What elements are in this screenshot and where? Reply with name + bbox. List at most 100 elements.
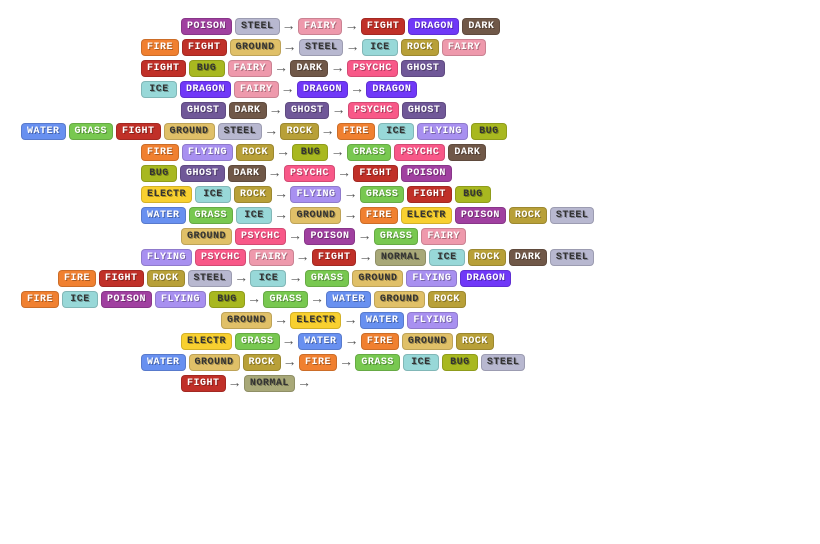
type-badge-steel: STEEL bbox=[481, 354, 526, 371]
type-badge-fire: FIRE bbox=[141, 144, 179, 161]
type-badge-grass: GRASS bbox=[305, 270, 350, 287]
arrow-icon: → bbox=[235, 271, 247, 287]
type-badge-dragon: DRAGON bbox=[366, 81, 417, 98]
type-badge-psychic: PSYCHC bbox=[284, 165, 335, 182]
arrow-icon: → bbox=[345, 19, 357, 35]
type-badge-bug: BUG bbox=[442, 354, 478, 371]
type-badge-fire: FIRE bbox=[21, 291, 59, 308]
type-badge-grass: GRASS bbox=[355, 354, 400, 371]
type-badge-flying: FLYING bbox=[407, 312, 458, 329]
type-badge-fight: FIGHT bbox=[181, 375, 226, 392]
type-badge-fire: FIRE bbox=[299, 354, 337, 371]
type-badge-fairy: FAIRY bbox=[249, 249, 294, 266]
arrow-icon: → bbox=[275, 313, 287, 329]
arrow-icon: → bbox=[289, 271, 301, 287]
arrow-icon: → bbox=[344, 187, 356, 203]
type-badge-flying: FLYING bbox=[406, 270, 457, 287]
type-badge-ghost: GHOST bbox=[401, 60, 446, 77]
type-badge-ground: GROUND bbox=[181, 228, 232, 245]
type-badge-electric: ELECTR bbox=[401, 207, 452, 224]
type-badge-fire: FIRE bbox=[58, 270, 96, 287]
type-badge-dark: DARK bbox=[448, 144, 486, 161]
type-badge-rock: ROCK bbox=[456, 333, 494, 350]
type-badge-ice: ICE bbox=[362, 39, 398, 56]
arrow-icon: → bbox=[345, 334, 357, 350]
type-badge-water: WATER bbox=[326, 291, 371, 308]
type-badge-steel: STEEL bbox=[550, 207, 595, 224]
type-badge-rock: ROCK bbox=[236, 144, 274, 161]
type-badge-fight: FIGHT bbox=[141, 60, 186, 77]
chart-row: ICEDRAGONFAIRY→DRAGON→DRAGON bbox=[18, 81, 802, 98]
type-badge-ice: ICE bbox=[250, 270, 286, 287]
type-badge-ground: GROUND bbox=[230, 39, 281, 56]
type-badge-psychic: PSYCHC bbox=[195, 249, 246, 266]
type-badge-fight: FIGHT bbox=[116, 123, 161, 140]
arrow-icon: → bbox=[322, 124, 334, 140]
type-badge-fight: FIGHT bbox=[361, 18, 406, 35]
arrow-icon: → bbox=[297, 250, 309, 266]
type-badge-dragon: DRAGON bbox=[408, 18, 459, 35]
chart-row: ELECTRICEROCK→FLYING→GRASSFIGHTBUG bbox=[18, 186, 802, 203]
type-badge-bug: BUG bbox=[209, 291, 245, 308]
arrow-icon: → bbox=[275, 208, 287, 224]
arrow-icon: → bbox=[289, 229, 301, 245]
type-badge-fairy: FAIRY bbox=[421, 228, 466, 245]
arrow-icon: → bbox=[269, 166, 281, 182]
type-badge-steel: STEEL bbox=[188, 270, 233, 287]
type-badge-ground: GROUND bbox=[402, 333, 453, 350]
arrow-icon: → bbox=[282, 82, 294, 98]
type-badge-fire: FIRE bbox=[361, 333, 399, 350]
type-badge-bug: BUG bbox=[455, 186, 491, 203]
arrow-icon: → bbox=[346, 40, 358, 56]
type-badge-ground: GROUND bbox=[189, 354, 240, 371]
type-badge-fire: FIRE bbox=[141, 39, 179, 56]
type-badge-ground: GROUND bbox=[290, 207, 341, 224]
type-badge-water: WATER bbox=[298, 333, 343, 350]
type-badge-steel: STEEL bbox=[299, 39, 344, 56]
chart-row: GROUND→ELECTR→WATERFLYING bbox=[18, 312, 802, 329]
type-badge-ground: GROUND bbox=[221, 312, 272, 329]
type-badge-steel: STEEL bbox=[550, 249, 595, 266]
type-badge-fight: FIGHT bbox=[182, 39, 227, 56]
type-badge-ghost: GHOST bbox=[181, 102, 226, 119]
arrow-icon: → bbox=[283, 19, 295, 35]
arrow-icon: → bbox=[298, 376, 310, 392]
type-badge-bug: BUG bbox=[471, 123, 507, 140]
type-badge-dragon: DRAGON bbox=[297, 81, 348, 98]
type-badge-grass: GRASS bbox=[263, 291, 308, 308]
type-badge-ice: ICE bbox=[141, 81, 177, 98]
type-badge-dark: DARK bbox=[290, 60, 328, 77]
type-badge-steel: STEEL bbox=[235, 18, 280, 35]
type-badge-psychic: PSYCHC bbox=[347, 60, 398, 77]
chart-row: WATERGROUNDROCK→FIRE→GRASSICEBUGSTEEL bbox=[18, 354, 802, 371]
arrow-icon: → bbox=[338, 166, 350, 182]
type-badge-steel: STEEL bbox=[218, 123, 263, 140]
type-badge-ice: ICE bbox=[378, 123, 414, 140]
type-badge-grass: GRASS bbox=[360, 186, 405, 203]
type-badge-flying: FLYING bbox=[290, 186, 341, 203]
type-badge-bug: BUG bbox=[292, 144, 328, 161]
type-badge-psychic: PSYCHC bbox=[394, 144, 445, 161]
type-badge-grass: GRASS bbox=[374, 228, 419, 245]
type-badge-electric: ELECTR bbox=[290, 312, 341, 329]
type-badge-dragon: DRAGON bbox=[180, 81, 231, 98]
type-badge-ghost: GHOST bbox=[285, 102, 330, 119]
chart-row: POISONSTEEL→FAIRY→FIGHTDRAGONDARK bbox=[18, 18, 802, 35]
arrow-icon: → bbox=[331, 145, 343, 161]
type-badge-dark: DARK bbox=[229, 102, 267, 119]
type-badge-ice: ICE bbox=[195, 186, 231, 203]
type-badge-dark: DARK bbox=[228, 165, 266, 182]
type-badge-electric: ELECTR bbox=[141, 186, 192, 203]
arrow-icon: → bbox=[275, 61, 287, 77]
type-badge-bug: BUG bbox=[141, 165, 177, 182]
type-badge-fairy: FAIRY bbox=[442, 39, 487, 56]
type-badge-ice: ICE bbox=[62, 291, 98, 308]
type-badge-poison: POISON bbox=[455, 207, 506, 224]
type-badge-fire: FIRE bbox=[360, 207, 398, 224]
type-badge-poison: POISON bbox=[101, 291, 152, 308]
type-badge-grass: GRASS bbox=[189, 207, 234, 224]
chart-row: FIGHTBUGFAIRY→DARK→PSYCHCGHOST bbox=[18, 60, 802, 77]
chart-row: ELECTRGRASS→WATER→FIREGROUNDROCK bbox=[18, 333, 802, 350]
arrow-icon: → bbox=[270, 103, 282, 119]
type-badge-rock: ROCK bbox=[147, 270, 185, 287]
